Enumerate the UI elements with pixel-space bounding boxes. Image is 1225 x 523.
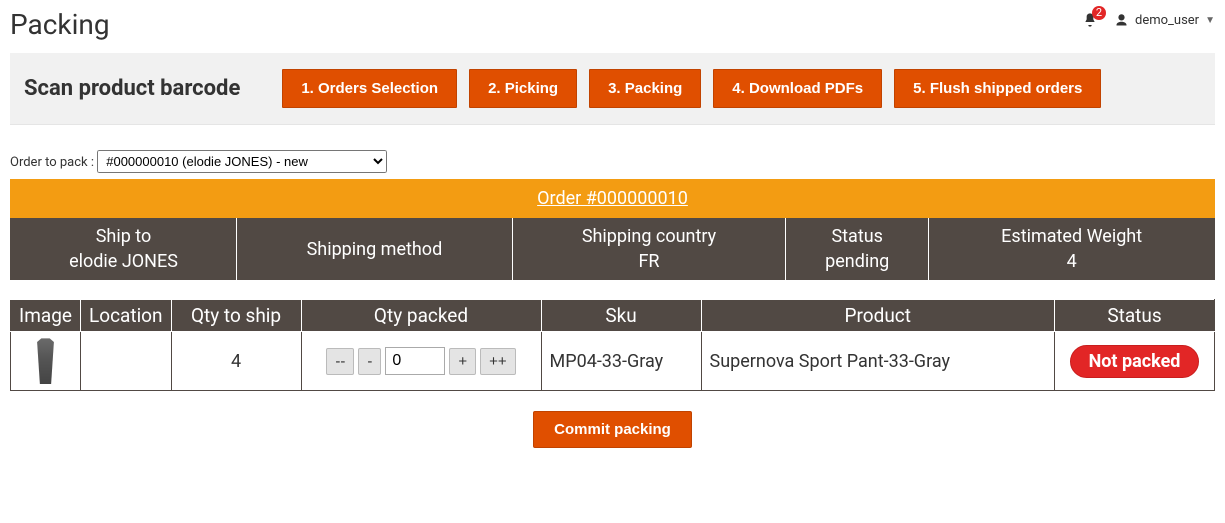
qty-packed-input[interactable] [385, 347, 445, 375]
scan-barcode-label: Scan product barcode [24, 76, 240, 101]
col-qty-to-ship: Qty to ship [171, 300, 301, 332]
user-menu[interactable]: demo_user ▼ [1114, 13, 1215, 28]
col-qty-packed: Qty packed [301, 300, 541, 332]
action-bar: Scan product barcode 1. Orders Selection… [10, 53, 1215, 125]
summary-ship-to: Ship to elodie JONES [11, 218, 237, 281]
col-status: Status [1055, 300, 1215, 332]
commit-packing-button[interactable]: Commit packing [533, 411, 692, 448]
step-picking-button[interactable]: 2. Picking [469, 69, 577, 108]
step-flush-orders-button[interactable]: 5. Flush shipped orders [894, 69, 1101, 108]
user-icon [1114, 13, 1129, 28]
step-orders-selection-button[interactable]: 1. Orders Selection [282, 69, 457, 108]
notifications-badge: 2 [1092, 6, 1106, 20]
cell-status: Not packed [1055, 332, 1215, 391]
qty-decrement-2-button[interactable]: -- [326, 348, 354, 375]
cell-location [81, 332, 172, 391]
col-location: Location [81, 300, 172, 332]
qty-increment-2-button[interactable]: ++ [480, 348, 516, 375]
order-to-pack-label: Order to pack : [10, 155, 94, 170]
status-badge: Not packed [1070, 345, 1200, 378]
step-download-pdfs-button[interactable]: 4. Download PDFs [713, 69, 882, 108]
order-link[interactable]: Order #000000010 [537, 188, 688, 209]
items-table: Image Location Qty to ship Qty packed Sk… [10, 299, 1215, 391]
notifications-button[interactable]: 2 [1082, 12, 1098, 28]
summary-shipping-method: Shipping method [237, 218, 513, 281]
summary-status: Status pending [786, 218, 929, 281]
qty-increment-1-button[interactable]: + [449, 348, 476, 375]
col-sku: Sku [541, 300, 701, 332]
qty-decrement-1-button[interactable]: - [358, 348, 381, 375]
col-image: Image [11, 300, 81, 332]
page-title: Packing [10, 8, 110, 41]
order-to-pack-select[interactable]: #000000010 (elodie JONES) - new [97, 150, 387, 173]
user-name: demo_user [1135, 13, 1199, 28]
cell-sku: MP04-33-Gray [541, 332, 701, 391]
cell-qty-packed: -- - + ++ [301, 332, 541, 391]
cell-product: Supernova Sport Pant-33-Gray [701, 332, 1054, 391]
chevron-down-icon: ▼ [1205, 15, 1215, 26]
cell-qty-to-ship: 4 [171, 332, 301, 391]
summary-estimated-weight: Estimated Weight 4 [929, 218, 1215, 281]
product-thumbnail [32, 338, 60, 384]
order-summary-table: Order #000000010 Ship to elodie JONES Sh… [10, 179, 1215, 281]
summary-shipping-country: Shipping country FR [512, 218, 785, 281]
cell-image [11, 332, 81, 391]
table-row: 4 -- - + ++ MP04-33-Gray Supernova Sport… [11, 332, 1215, 391]
step-packing-button[interactable]: 3. Packing [589, 69, 701, 108]
col-product: Product [701, 300, 1054, 332]
